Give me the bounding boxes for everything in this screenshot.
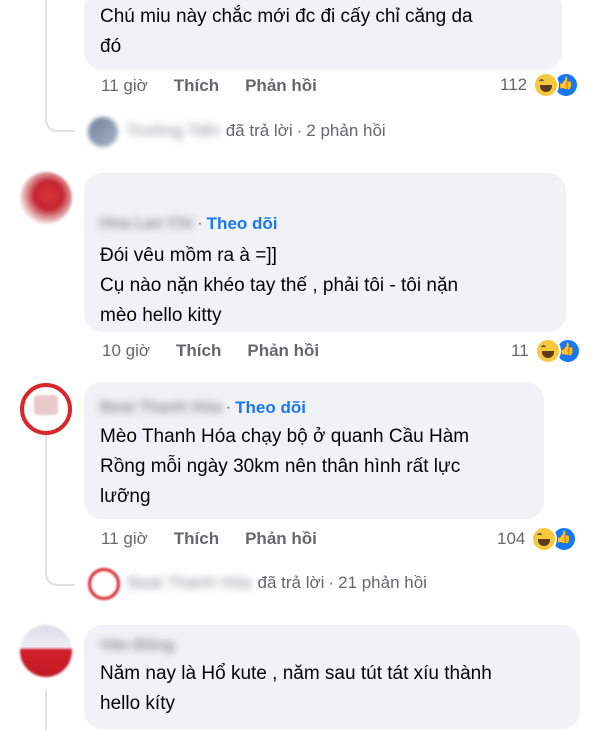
comment-text: hello kíty: [100, 693, 175, 714]
comment-text: Rồng mỗi ngày 30km nên thân hình rất lực: [100, 456, 461, 477]
reply-author: Trường Tiến: [126, 121, 220, 140]
follow-button[interactable]: Theo dõi: [207, 214, 278, 234]
thread-connector: [45, 560, 75, 586]
comment-text: Chú miu này chắc mới đc đi cấy chỉ căng …: [100, 6, 473, 27]
like-button[interactable]: Thích: [174, 529, 219, 549]
comment-text: lưỡng: [100, 486, 151, 507]
avatar-logo-icon: [34, 395, 58, 415]
view-replies-link[interactable]: Trường Tiến đã trả lời · 2 phản hồi: [126, 116, 386, 146]
comment-bubble: Hoa Lan Chi · Theo dõi Đói vêu mồm ra à …: [84, 173, 566, 332]
comment-author[interactable]: Văn Đông: [100, 637, 175, 655]
replied-label: đã trả lời: [257, 573, 325, 592]
comment-actions: 10 giờ Thích Phản hồi: [102, 339, 345, 363]
reply-button[interactable]: Phản hồi: [245, 76, 317, 96]
avatar[interactable]: [20, 625, 72, 677]
reply-button[interactable]: Phản hồi: [245, 529, 317, 549]
thread-line: [45, 690, 47, 730]
comment-text: Cụ nào nặn khéo tay thế , phải tôi - tôi…: [100, 275, 459, 296]
like-button[interactable]: Thích: [176, 341, 221, 361]
thread-line: [45, 420, 47, 570]
reaction-count: 112: [500, 75, 528, 94]
reaction-count: 11: [511, 341, 529, 360]
reply-button[interactable]: Phản hồi: [247, 341, 319, 361]
comment-time[interactable]: 10 giờ: [102, 341, 150, 361]
avatar[interactable]: [20, 383, 72, 435]
reply-count: 21 phản hồi: [338, 573, 427, 592]
comment-actions: 11 giờ Thích Phản hồi: [101, 527, 343, 551]
reaction-summary[interactable]: 104: [497, 526, 578, 552]
avatar[interactable]: [88, 568, 120, 600]
haha-icon: [531, 526, 558, 552]
reply-author: Beat Thanh Hóa: [128, 573, 252, 592]
comment-text: Đói vêu mồm ra à =]]: [100, 245, 277, 266]
comment-author[interactable]: Hoa Lan Chi: [100, 215, 193, 233]
comment-text: đó: [100, 36, 122, 57]
reaction-summary[interactable]: 11: [511, 338, 581, 364]
avatar[interactable]: [20, 172, 72, 224]
reaction-summary[interactable]: 112: [500, 72, 580, 98]
comment-text: Năm nay là Hổ kute , năm sau tút tát xíu…: [100, 663, 492, 684]
like-button[interactable]: Thích: [174, 76, 219, 96]
comment-actions: 11 giờ Thích Phản hồi: [101, 74, 343, 98]
comment-bubble: Beat Thanh Hóa · Theo dõi Mèo Thanh Hóa …: [84, 382, 544, 519]
haha-icon: [533, 72, 560, 98]
haha-icon: [534, 338, 561, 364]
replied-label: đã trả lời: [225, 121, 293, 140]
reply-count: 2 phản hồi: [306, 121, 386, 140]
comment-text: Mèo Thanh Hóa chạy bộ ở quanh Cầu Hàm: [100, 426, 470, 447]
comment-bubble: Văn Đông Năm nay là Hổ kute , năm sau tú…: [84, 625, 580, 729]
thread-connector: [45, 100, 75, 132]
avatar[interactable]: [88, 117, 118, 147]
view-replies-link[interactable]: Beat Thanh Hóa đã trả lời · 21 phản hồi: [128, 568, 427, 598]
comment-time[interactable]: 11 giờ: [101, 529, 148, 549]
follow-button[interactable]: Theo dõi: [235, 398, 306, 418]
comment-author[interactable]: Beat Thanh Hóa: [100, 399, 222, 417]
comment-bubble: Chú miu này chắc mới đc đi cấy chỉ căng …: [84, 0, 562, 70]
comment-text: mèo hello kitty: [100, 305, 222, 326]
comment-time[interactable]: 11 giờ: [101, 76, 148, 96]
reaction-count: 104: [497, 529, 526, 548]
thread-line: [45, 0, 47, 112]
